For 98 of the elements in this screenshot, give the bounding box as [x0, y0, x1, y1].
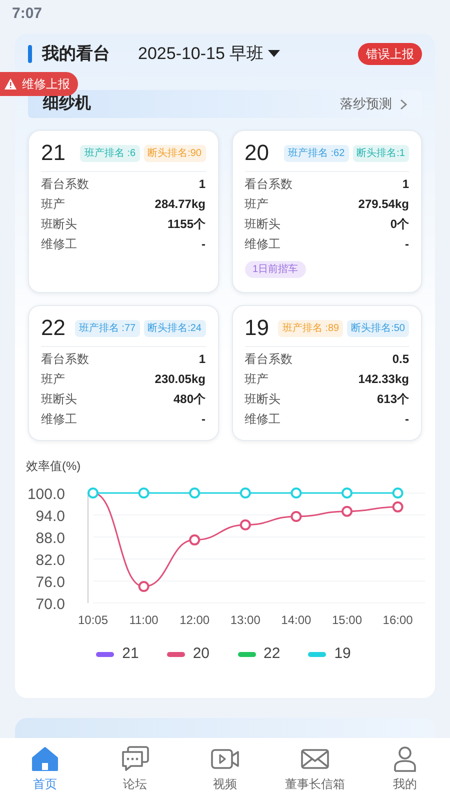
- repair-report-tag[interactable]: 维修上报: [0, 72, 78, 96]
- machine-number: 21: [41, 139, 66, 167]
- data-point: [392, 501, 404, 512]
- field-value: 1: [198, 351, 206, 368]
- field-value: -: [405, 411, 409, 428]
- field-label: 维修工: [244, 411, 280, 428]
- data-point: [342, 488, 352, 498]
- axis-label: 100.0: [27, 486, 65, 503]
- nav-tab[interactable]: 我的: [365, 745, 445, 793]
- data-point: [290, 510, 302, 522]
- field-label: 班断头: [244, 216, 280, 233]
- machine-card[interactable]: 19 班产排名 :89 断头排名:50 看台系数 0.5 班产 142.33kg 班断头 613个 维修工 -: [232, 305, 422, 441]
- machine-card[interactable]: 20 班产排名 :62 断头排名:1 看台系数 1 班产 279.54kg 班断头 0个 维修工 - 1日前揩车: [232, 130, 422, 293]
- data-point: [189, 534, 200, 546]
- field-label: 看台系数: [41, 176, 89, 193]
- nav-tab[interactable]: 视频: [185, 745, 265, 793]
- field-label: 班断头: [41, 391, 77, 408]
- legend-label: 20: [192, 644, 210, 664]
- axis-label: 94.0: [36, 508, 65, 525]
- axis-label: 88.0: [36, 530, 65, 547]
- field-value: 230.05kg: [154, 371, 206, 388]
- field-value: 0个: [390, 216, 409, 233]
- field-label: 维修工: [41, 411, 77, 428]
- field-label: 看台系数: [244, 176, 292, 193]
- forecast-link[interactable]: 落纱预测: [340, 94, 407, 114]
- field-label: 班产: [41, 371, 65, 388]
- field-value: -: [202, 236, 206, 253]
- axis-label: 16:00: [382, 613, 413, 627]
- warning-icon: [4, 78, 17, 90]
- rank-tag: 班产排名 :89: [278, 320, 344, 336]
- rank-tag: 断头排名:50: [347, 320, 409, 336]
- field-label: 维修工: [244, 236, 280, 253]
- field-value: 1: [402, 176, 409, 193]
- chart-title: 效率值(%): [26, 458, 82, 475]
- machine-number: 19: [244, 314, 269, 342]
- field-value: 1: [198, 176, 206, 193]
- machine-card[interactable]: 22 班产排名 :77 断头排名:24 看台系数 1 班产 230.05kg 班断头 480个 维修工 -: [28, 305, 218, 441]
- axis-label: 13:00: [230, 613, 260, 627]
- error-report-button[interactable]: 错误上报: [358, 43, 422, 65]
- field-label: 班产: [244, 371, 268, 388]
- chat-icon: [120, 745, 150, 773]
- rank-tag: 班产排名 :62: [284, 144, 349, 162]
- axis-label: 11:00: [129, 613, 158, 627]
- axis-label: 14:00: [281, 613, 312, 627]
- field-label: 班产: [244, 196, 268, 213]
- legend-label: 21: [122, 644, 139, 664]
- nav-tab[interactable]: 董事长信箱: [275, 745, 355, 793]
- field-value: 0.5: [392, 351, 409, 368]
- axis-label: 70.0: [36, 596, 65, 613]
- chevron-right-icon: [400, 98, 407, 110]
- field-label: 班断头: [244, 391, 280, 408]
- rank-tag: 断头排名:24: [144, 320, 206, 336]
- legend-label: 19: [334, 644, 351, 664]
- data-point: [290, 488, 302, 498]
- field-value: -: [405, 236, 409, 253]
- data-point: [189, 488, 200, 498]
- axis-label: 10:05: [78, 613, 108, 627]
- machine-number: 20: [244, 139, 269, 167]
- rank-tag: 断头排名:1: [352, 144, 409, 162]
- legend-label: 22: [264, 644, 280, 664]
- field-label: 班断头: [41, 216, 77, 233]
- data-point: [88, 488, 98, 498]
- field-label: 班产: [41, 196, 65, 213]
- field-value: 480个: [173, 391, 206, 408]
- data-point: [240, 488, 251, 498]
- field-label: 看台系数: [244, 351, 292, 368]
- home-icon: [30, 745, 60, 773]
- status-time: 7:07: [12, 5, 42, 22]
- axis-label: 76.0: [36, 574, 65, 591]
- date-dropdown[interactable]: 2025-10-15 早班: [138, 41, 280, 67]
- caret-icon: [268, 50, 280, 58]
- rank-tag: 班产排名 :77: [74, 320, 140, 336]
- data-point: [240, 519, 251, 530]
- machine-number: 22: [41, 314, 66, 342]
- accent-bar: [28, 45, 32, 63]
- field-value: 1155个: [167, 216, 206, 233]
- axis-label: 15:00: [332, 613, 362, 627]
- rank-tag: 班产排名 :6: [80, 144, 140, 162]
- rank-tag: 断头排名:90: [144, 144, 206, 162]
- data-point: [138, 581, 150, 592]
- page-title: 我的看台: [42, 43, 110, 66]
- field-value: 142.33kg: [358, 371, 409, 388]
- field-label: 维修工: [41, 236, 77, 253]
- field-value: 613个: [376, 391, 409, 408]
- data-point: [138, 488, 150, 498]
- field-value: 284.77kg: [154, 196, 206, 213]
- data-point: [392, 488, 404, 498]
- nav-tab[interactable]: 首页: [5, 745, 85, 793]
- axis-label: 82.0: [36, 552, 65, 569]
- field-label: 看台系数: [41, 351, 89, 368]
- field-value: -: [202, 411, 206, 428]
- nav-tab[interactable]: 论坛: [95, 745, 175, 793]
- field-value: 279.54kg: [358, 196, 409, 213]
- machine-card[interactable]: 21 班产排名 :6 断头排名:90 看台系数 1 班产 284.77kg 班断头 1155个 维修工 -: [28, 130, 218, 293]
- data-point: [342, 506, 352, 517]
- status-tag: 1日前揩车: [244, 261, 306, 278]
- axis-label: 12:00: [180, 613, 210, 627]
- section-title: 细纱机: [43, 94, 91, 114]
